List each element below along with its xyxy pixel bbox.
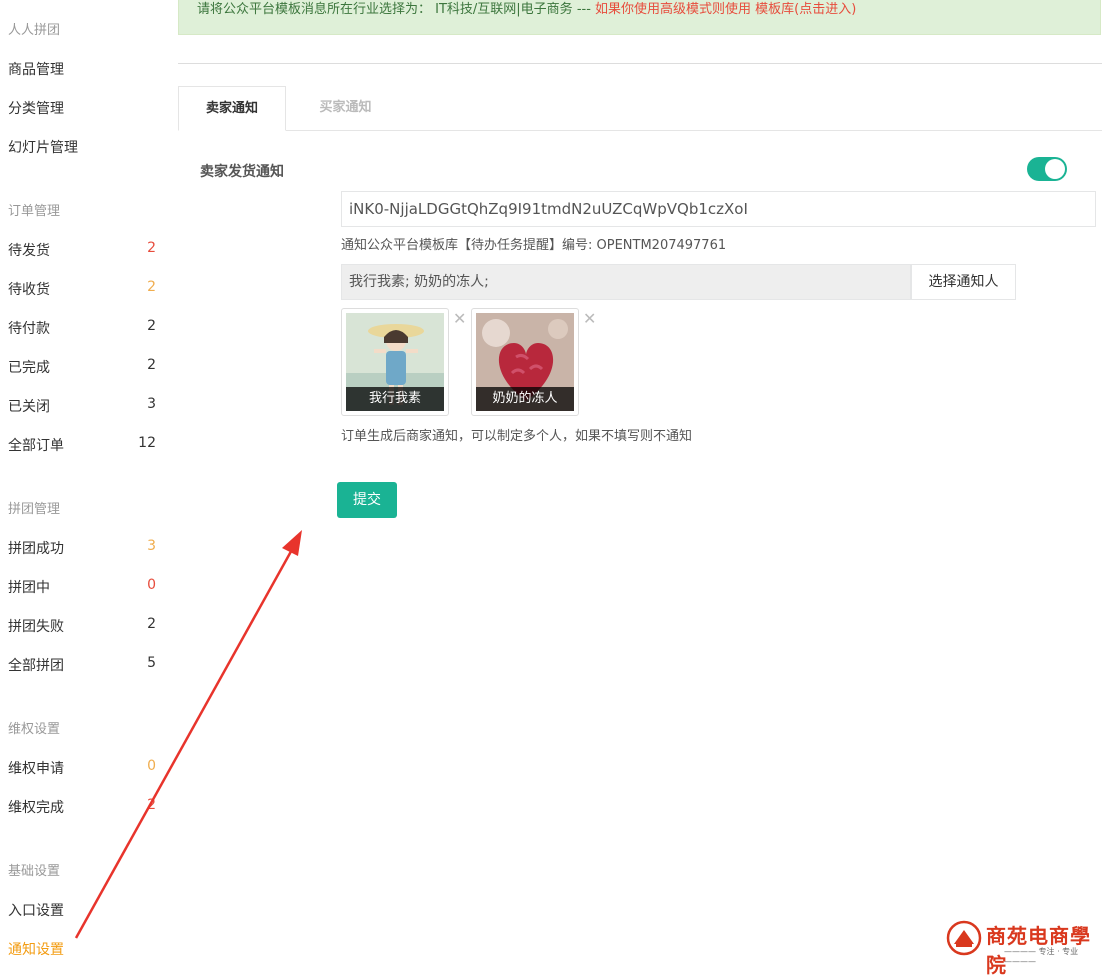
sidebar-item-label: 分类管理 (8, 101, 64, 117)
sidebar-section-title: 基础设置 (8, 864, 61, 879)
sidebar-item-label: 待付款 (8, 321, 50, 337)
sidebar-item-label: 维权申请 (8, 761, 64, 777)
industry-alert: 请将公众平台模板消息所在行业选择为： IT科技/互联网|电子商务 --- 如果你… (178, 0, 1101, 35)
sidebar-item-rights-done[interactable]: 维权完成 2 (8, 797, 156, 817)
count-badge: 3 (147, 538, 156, 554)
sidebar-item-label: 拼团中 (8, 580, 50, 596)
tab-seller-notify[interactable]: 卖家通知 (178, 86, 286, 131)
submit-button[interactable]: 提交 (337, 482, 397, 518)
sidebar-item-to-receive[interactable]: 待收货 2 (8, 279, 156, 299)
user-avatar-card: 奶奶的冻人 (471, 308, 579, 416)
sidebar-item-label: 幻灯片管理 (8, 140, 78, 156)
logo-emblem-icon (946, 920, 982, 956)
template-help-text: 通知公众平台模板库【待办任务提醒】编号: OPENTM207497761 (341, 238, 727, 253)
sidebar-item-goods[interactable]: 商品管理 (8, 59, 156, 79)
sidebar-section-title: 拼团管理 (8, 502, 61, 517)
sidebar-item-label: 商品管理 (8, 62, 64, 78)
count-badge: 0 (147, 577, 156, 593)
notify-toggle[interactable] (1027, 157, 1067, 181)
count-badge: 0 (147, 758, 156, 774)
count-badge: 2 (147, 279, 156, 295)
count-badge: 3 (147, 396, 156, 412)
avatar: 我行我素 (346, 313, 444, 411)
sidebar-section-title: 订单管理 (8, 204, 61, 219)
remove-user-icon[interactable]: ✕ (453, 311, 466, 327)
count-badge: 2 (147, 318, 156, 334)
sidebar-item-label: 全部订单 (8, 438, 64, 454)
logo-subtext: ———— 专注 · 专业 ———— (1004, 947, 1079, 966)
sidebar-item-group-ongoing[interactable]: 拼团中 0 (8, 577, 156, 597)
notify-users-input: 我行我素; 奶奶的冻人; (341, 264, 911, 300)
sidebar-item-label: 待收货 (8, 282, 50, 298)
sidebar-item-all-orders[interactable]: 全部订单 12 (8, 435, 156, 455)
sidebar-section-title: 维权设置 (8, 722, 61, 737)
template-id-input[interactable]: iNK0-NjjaLDGGtQhZq9I91tmdN2uUZCqWpVQb1cz… (341, 191, 1096, 227)
tab-bar: 卖家通知 买家通知 (178, 86, 1102, 131)
select-notify-user-button[interactable]: 选择通知人 (911, 264, 1016, 300)
avatar-name-label: 奶奶的冻人 (476, 387, 574, 411)
sidebar-item-label: 拼团成功 (8, 541, 64, 557)
sidebar-item-label: 入口设置 (8, 903, 64, 919)
sidebar: 人人拼团 商品管理 分类管理 幻灯片管理 订单管理 待发货 2 待收货 2 待付款 2… (0, 0, 170, 964)
sidebar-item-category[interactable]: 分类管理 (8, 98, 156, 118)
sidebar-item-notify-settings[interactable]: 通知设置 (8, 939, 156, 959)
avatar-name-label: 我行我素 (346, 387, 444, 411)
sidebar-item-to-ship[interactable]: 待发货 2 (8, 240, 156, 260)
count-badge: 12 (138, 435, 156, 451)
sidebar-item-label: 待发货 (8, 243, 50, 259)
toggle-knob (1045, 159, 1065, 179)
sidebar-item-all-groups[interactable]: 全部拼团 5 (8, 655, 156, 675)
template-library-link[interactable]: 模板库(点击进入) (755, 2, 856, 17)
notify-help-text: 订单生成后商家通知，可以制定多个人，如果不填写则不通知 (341, 429, 693, 444)
alert-industry: IT科技/互联网|电子商务 --- (431, 2, 596, 17)
sidebar-item-group-success[interactable]: 拼团成功 3 (8, 538, 156, 558)
alert-prefix: 请将公众平台模板消息所在行业选择为： (197, 2, 432, 17)
divider (178, 63, 1102, 64)
notify-user-group: 我行我素; 奶奶的冻人; 选择通知人 (341, 264, 1016, 300)
seller-ship-notify-label: 卖家发货通知 (200, 164, 284, 180)
watermark-logo: 商苑电商學院 ———— 专注 · 专业 ———— (946, 918, 1096, 977)
sidebar-item-to-pay[interactable]: 待付款 2 (8, 318, 156, 338)
sidebar-item-closed[interactable]: 已关闭 3 (8, 396, 156, 416)
count-badge: 2 (147, 797, 156, 813)
remove-user-icon[interactable]: ✕ (583, 311, 596, 327)
sidebar-item-label: 全部拼团 (8, 658, 64, 674)
count-badge: 2 (147, 616, 156, 632)
sidebar-item-rights-apply[interactable]: 维权申请 0 (8, 758, 156, 778)
sidebar-section-title: 人人拼团 (8, 23, 61, 38)
tab-buyer-notify[interactable]: 买家通知 (288, 86, 403, 130)
avatar: 奶奶的冻人 (476, 313, 574, 411)
sidebar-item-slides[interactable]: 幻灯片管理 (8, 137, 156, 157)
count-badge: 5 (147, 655, 156, 671)
sidebar-item-group-failed[interactable]: 拼团失败 2 (8, 616, 156, 636)
sidebar-item-entry-settings[interactable]: 入口设置 (8, 900, 156, 920)
sidebar-item-label: 维权完成 (8, 800, 64, 816)
alert-advanced: 如果你使用高级模式则使用 (595, 2, 756, 17)
count-badge: 2 (147, 240, 156, 256)
user-avatar-card: 我行我素 (341, 308, 449, 416)
sidebar-item-label: 已完成 (8, 360, 50, 376)
sidebar-item-label: 已关闭 (8, 399, 50, 415)
sidebar-item-label: 通知设置 (8, 942, 64, 958)
sidebar-item-label: 拼团失败 (8, 619, 64, 635)
sidebar-item-completed[interactable]: 已完成 2 (8, 357, 156, 377)
count-badge: 2 (147, 357, 156, 373)
